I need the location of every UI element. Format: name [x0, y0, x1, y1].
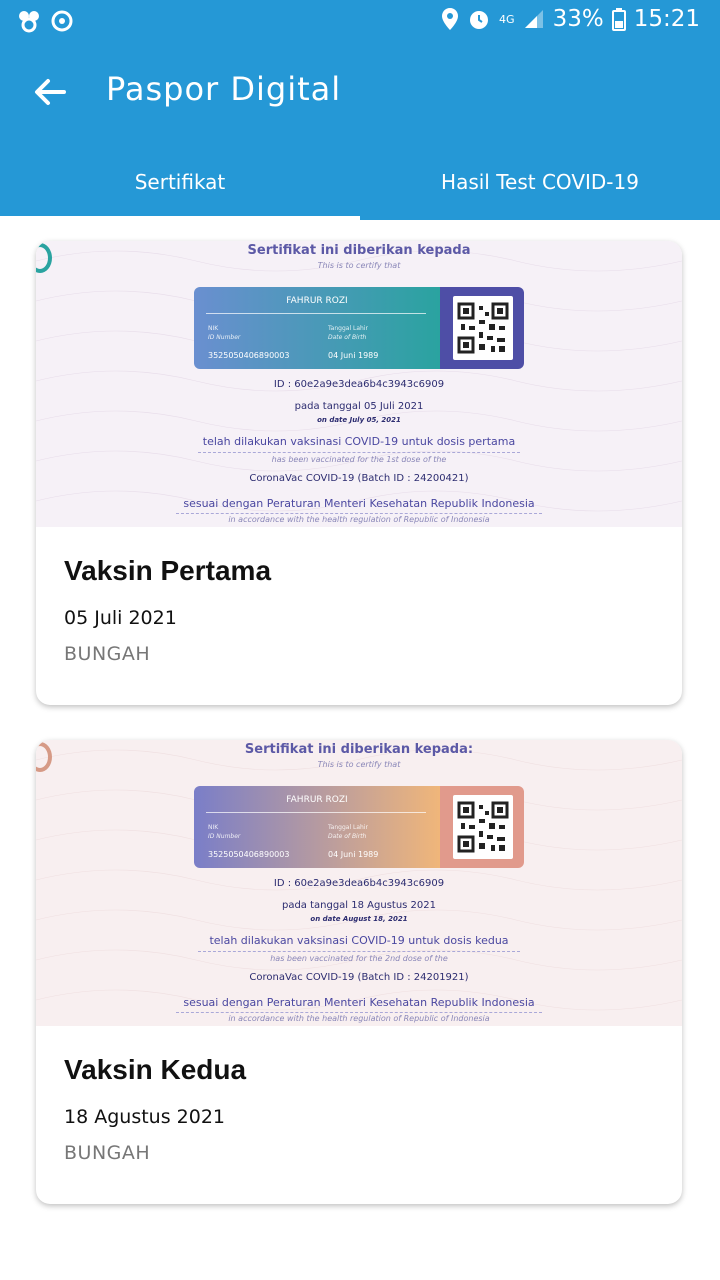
cert-date: pada tanggal 18 Agustus 2021 — [281, 900, 437, 911]
card-location: BUNGAH — [64, 1142, 151, 1164]
back-arrow-icon[interactable] — [30, 72, 70, 112]
nik-value: 3525050406890003 — [208, 351, 290, 360]
card-date: 05 Juli 2021 — [64, 607, 177, 629]
nik-label: NIK — [208, 325, 219, 332]
alarm-icon — [470, 11, 489, 29]
nik-label-en: ID Number — [208, 334, 241, 341]
cert-vaccination: telah dilakukan vaksinasi COVID-19 untuk… — [202, 435, 516, 448]
dob-value: 04 Juni 1989 — [328, 351, 379, 360]
signal-icon — [524, 10, 543, 28]
app-bar: Paspor Digital Sertifikat Hasil Test COV… — [0, 44, 720, 220]
app-notification-icon — [19, 11, 39, 33]
cert-date-en: on date July 05, 2021 — [317, 416, 401, 424]
tab-bar: Sertifikat Hasil Test COVID-19 — [0, 160, 720, 220]
status-bar-right: 4G 33% 15:21 — [441, 6, 700, 32]
vacc-underline — [198, 951, 520, 952]
cert-title: Sertifikat ini diberikan kepada: — [244, 742, 474, 757]
cert-regulation-en: in accordance with the health regulation… — [228, 1014, 490, 1023]
cert-regulation: sesuai dengan Peraturan Menteri Kesehata… — [183, 996, 535, 1009]
id-card: FAHRUR ROZI NIK ID Number 35250504068900… — [194, 786, 524, 868]
network-type: 4G — [499, 12, 515, 26]
cert-id: ID : 60e2a9e3dea6b4c3943c6909 — [273, 878, 445, 889]
certificate-card[interactable]: Sertifikat ini diberikan kepada: This is… — [36, 740, 682, 1204]
certificate-image: Sertifikat ini diberikan kepada: This is… — [36, 740, 682, 1026]
battery-icon — [611, 8, 626, 31]
nik-value: 3525050406890003 — [208, 850, 290, 859]
regulation-underline — [176, 1012, 542, 1013]
cert-regulation: sesuai dengan Peraturan Menteri Kesehata… — [183, 497, 535, 510]
cert-vaccination: telah dilakukan vaksinasi COVID-19 untuk… — [209, 934, 509, 947]
cert-title-en: This is to certify that — [317, 760, 401, 769]
cert-id: ID : 60e2a9e3dea6b4c3943c6909 — [273, 379, 445, 390]
qr-code-icon — [453, 296, 513, 360]
tab-indicator — [0, 216, 360, 220]
regulation-underline — [176, 513, 542, 514]
page-title: Paspor Digital — [106, 70, 342, 108]
dob-value: 04 Juni 1989 — [328, 850, 379, 859]
cert-vaccination-en: has been vaccinated for the 1st dose of … — [271, 455, 447, 464]
tab-hasil-test[interactable]: Hasil Test COVID-19 — [360, 160, 720, 220]
card-date: 18 Agustus 2021 — [64, 1106, 225, 1128]
tab-sertifikat[interactable]: Sertifikat — [0, 160, 360, 220]
card-title: Vaksin Kedua — [64, 1054, 247, 1085]
cert-title: Sertifikat ini diberikan kepada — [247, 243, 471, 258]
status-bar: 4G 33% 15:21 — [0, 0, 720, 44]
battery-percent: 33% — [552, 6, 604, 32]
card-location: BUNGAH — [64, 643, 151, 665]
app-notification-icon-2 — [51, 10, 73, 32]
qr-code-icon — [453, 795, 513, 859]
cert-date: pada tanggal 05 Juli 2021 — [294, 401, 424, 412]
cert-title-en: This is to certify that — [317, 261, 401, 270]
cert-vaccination-en: has been vaccinated for the 2nd dose of … — [270, 954, 448, 963]
qr-panel — [440, 786, 524, 868]
dob-label-en: Date of Birth — [328, 833, 367, 840]
nik-label-en: ID Number — [208, 833, 241, 840]
id-card-divider — [206, 812, 426, 813]
cert-batch: CoronaVac COVID-19 (Batch ID : 24201921) — [249, 972, 469, 983]
certificate-card[interactable]: Sertifikat ini diberikan kepada This is … — [36, 241, 682, 705]
id-card-divider — [206, 313, 426, 314]
nik-label: NIK — [208, 824, 219, 831]
vacc-underline — [198, 452, 520, 453]
location-icon — [442, 8, 459, 30]
qr-panel — [440, 287, 524, 369]
dob-label-en: Date of Birth — [328, 334, 367, 341]
clock: 15:21 — [633, 6, 700, 32]
card-body: Vaksin Pertama 05 Juli 2021 BUNGAH — [36, 527, 682, 705]
id-card: FAHRUR ROZI NIK ID Number 35250504068900… — [194, 287, 524, 369]
cert-regulation-en: in accordance with the health regulation… — [228, 515, 490, 524]
card-title: Vaksin Pertama — [64, 555, 272, 586]
certificate-image: Sertifikat ini diberikan kepada This is … — [36, 241, 682, 527]
dob-label: Tanggal Lahir — [328, 325, 368, 332]
cert-batch: CoronaVac COVID-19 (Batch ID : 24200421) — [249, 473, 469, 484]
cert-date-en: on date August 18, 2021 — [310, 915, 408, 923]
id-card-name: FAHRUR ROZI — [286, 795, 348, 805]
status-bar-left — [16, 8, 74, 34]
id-card-name: FAHRUR ROZI — [286, 296, 348, 306]
card-body: Vaksin Kedua 18 Agustus 2021 BUNGAH — [36, 1026, 682, 1204]
dob-label: Tanggal Lahir — [328, 824, 368, 831]
